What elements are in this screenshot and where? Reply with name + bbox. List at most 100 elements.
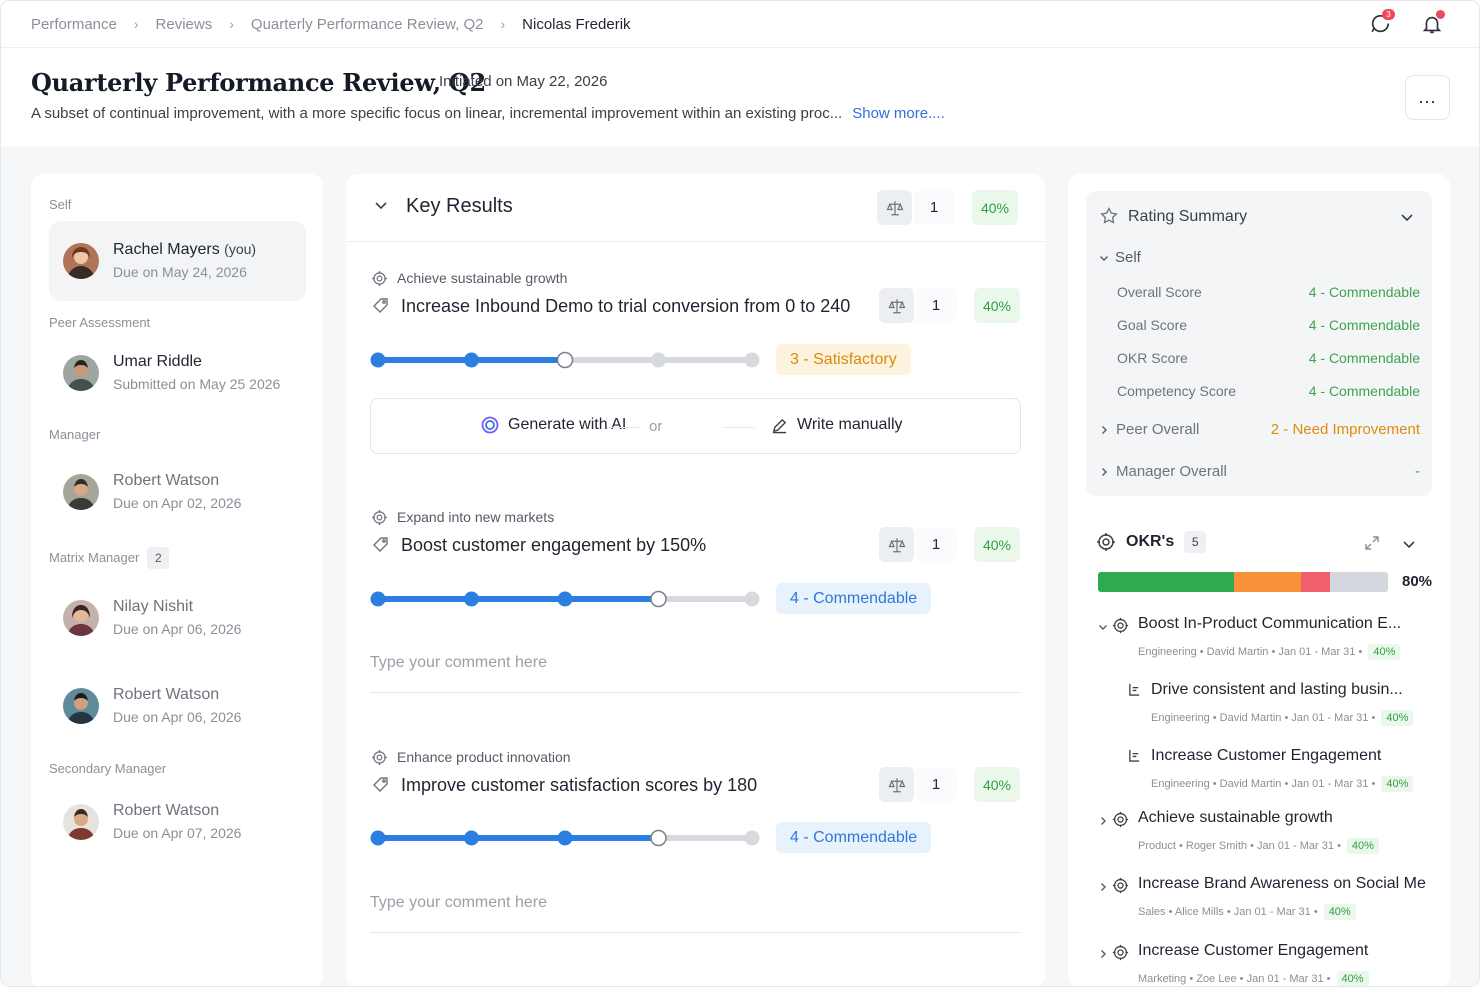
comment-input[interactable]: Type your comment here bbox=[370, 885, 1021, 933]
page-title: Quarterly Performance Review, Q2 bbox=[31, 68, 486, 97]
rating-slider[interactable] bbox=[370, 589, 760, 609]
goal-label: Enhance product innovation bbox=[397, 749, 571, 765]
show-more-link[interactable]: Show more.... bbox=[852, 105, 945, 122]
weight-value: 1 bbox=[915, 527, 957, 562]
chat-icon[interactable]: 3 bbox=[1367, 9, 1395, 37]
okr-sub-item[interactable]: Increase Customer Engagement Engineering… bbox=[1098, 747, 1438, 797]
okr-item-title: Achieve sustainable growth bbox=[1138, 809, 1333, 826]
okr-item[interactable]: Increase Customer Engagement Marketing •… bbox=[1098, 942, 1438, 986]
expand-icon[interactable] bbox=[1364, 535, 1380, 556]
generate-with-ai-button[interactable]: Generate with AI bbox=[481, 416, 626, 434]
okr-item-meta: Engineering • David Martin • Jan 01 - Ma… bbox=[1151, 776, 1414, 792]
weight-scale-icon bbox=[879, 767, 914, 802]
reviewer-matrix[interactable]: Nilay Nishit Due on Apr 06, 2026 bbox=[49, 578, 306, 658]
score-label: OKR Score bbox=[1117, 350, 1188, 366]
peer-overall-value: 2 - Need Improvement bbox=[1270, 421, 1420, 438]
slider-stop bbox=[744, 352, 760, 368]
rating-slider[interactable] bbox=[370, 828, 760, 848]
okr-sub-item[interactable]: Drive consistent and lasting busin... En… bbox=[1098, 681, 1438, 731]
matrix-label-text: Matrix Manager bbox=[49, 550, 140, 565]
target-icon bbox=[1112, 944, 1129, 966]
slider-stop bbox=[744, 830, 760, 846]
reviewer-secondary[interactable]: Robert Watson Due on Apr 07, 2026 bbox=[49, 782, 306, 862]
reviewer-matrix[interactable]: Robert Watson Due on Apr 06, 2026 bbox=[49, 666, 306, 746]
rating-badge: 4 - Commendable bbox=[776, 583, 932, 614]
reviewer-name: Nilay Nishit bbox=[113, 598, 194, 615]
bell-icon[interactable] bbox=[1419, 10, 1445, 37]
target-icon bbox=[1097, 533, 1115, 551]
okr-meta-text: Engineering • David Martin • Jan 01 - Ma… bbox=[1151, 778, 1376, 790]
reviewer-due-date: Due on Apr 06, 2026 bbox=[113, 621, 242, 637]
breadcrumb-current: Nicolas Frederik bbox=[522, 15, 631, 33]
comment-input[interactable]: Type your comment here bbox=[370, 645, 1021, 693]
slider-stop bbox=[744, 591, 760, 607]
breadcrumb-separator-icon: › bbox=[133, 16, 139, 32]
matrix-section-label: Matrix Manager 2 bbox=[49, 547, 170, 569]
breadcrumb-performance[interactable]: Performance bbox=[31, 16, 117, 33]
chevron-down-icon[interactable] bbox=[374, 198, 388, 217]
okr-item-meta: Engineering • David Martin • Jan 01 - Ma… bbox=[1138, 644, 1401, 660]
comment-generator: Generate with AI or Write manually bbox=[370, 398, 1021, 454]
okr-item-meta: Product • Roger Smith • Jan 01 - Mar 31 … bbox=[1138, 838, 1379, 854]
key-result-title: Improve customer satisfaction scores by … bbox=[401, 775, 758, 795]
key-results-panel: Key Results 1 40% Achieve sustainable gr… bbox=[346, 174, 1045, 986]
more-options-button[interactable]: ... bbox=[1405, 75, 1450, 120]
score-value: 4 - Commendable bbox=[1308, 284, 1420, 300]
okr-item[interactable]: Achieve sustainable growth Product • Rog… bbox=[1098, 809, 1438, 859]
progress-percent: 40% bbox=[974, 288, 1020, 323]
chevron-down-icon[interactable] bbox=[1098, 619, 1108, 637]
okr-item-title: Increase Brand Awareness on Social Me bbox=[1138, 875, 1426, 892]
generate-with-ai-label: Generate with AI bbox=[508, 416, 627, 433]
chevron-right-icon[interactable] bbox=[1098, 946, 1108, 964]
self-group-label: Self bbox=[1115, 249, 1141, 266]
chevron-right-icon bbox=[1102, 425, 1107, 434]
target-icon bbox=[372, 271, 387, 291]
key-result-title: Increase Inbound Demo to trial conversio… bbox=[401, 296, 851, 316]
chevron-right-icon[interactable] bbox=[1098, 879, 1108, 897]
chevron-down-icon[interactable] bbox=[1402, 537, 1416, 556]
chevron-down-icon[interactable] bbox=[1400, 210, 1414, 229]
target-icon bbox=[1112, 617, 1129, 639]
goal-label: Expand into new markets bbox=[397, 509, 555, 525]
score-value: 4 - Commendable bbox=[1308, 317, 1420, 333]
okr-item[interactable]: Boost In-Product Communication E... Engi… bbox=[1098, 615, 1438, 665]
write-manually-button[interactable]: Write manually bbox=[771, 416, 903, 434]
reviewers-panel: Self Rachel Mayers (you) Due on May 24, … bbox=[31, 174, 323, 986]
breadcrumb-reviews[interactable]: Reviews bbox=[156, 16, 213, 33]
star-icon bbox=[1099, 206, 1119, 231]
reviewer-submitted-date: Submitted on May 25 2026 bbox=[113, 376, 281, 392]
reviewer-due-date: Due on Apr 07, 2026 bbox=[113, 825, 242, 841]
weight-scale-icon bbox=[879, 288, 914, 323]
reviewer-manager[interactable]: Robert Watson Due on Apr 02, 2026 bbox=[49, 452, 306, 532]
breadcrumb-review[interactable]: Quarterly Performance Review, Q2 bbox=[251, 16, 484, 33]
okr-item-percent: 40% bbox=[1336, 971, 1369, 986]
okr-progress-bar bbox=[1098, 572, 1388, 592]
progress-percent: 40% bbox=[972, 190, 1018, 225]
reviewer-self[interactable]: Rachel Mayers (you) Due on May 24, 2026 bbox=[49, 221, 306, 301]
reviewer-peer[interactable]: Umar Riddle Submitted on May 25 2026 bbox=[49, 333, 306, 413]
key-result-icon bbox=[1128, 683, 1141, 701]
key-results-header: Key Results 1 40% bbox=[346, 174, 1045, 242]
chat-badge: 3 bbox=[1382, 9, 1395, 20]
okr-progress-segment bbox=[1300, 572, 1330, 592]
score-label: Competency Score bbox=[1117, 383, 1237, 399]
okr-item-percent: 40% bbox=[1368, 644, 1401, 660]
avatar bbox=[63, 355, 99, 391]
chevron-right-icon[interactable] bbox=[1098, 813, 1108, 831]
slider-stop bbox=[557, 830, 573, 846]
ai-icon bbox=[481, 416, 499, 434]
page-description: A subset of continual improvement, with … bbox=[31, 105, 945, 122]
rating-summary-title: Rating Summary bbox=[1128, 208, 1248, 225]
self-group-toggle[interactable]: Self bbox=[1099, 249, 1141, 266]
breadcrumb-separator-icon: › bbox=[229, 16, 234, 32]
description-text: A subset of continual improvement, with … bbox=[31, 105, 843, 122]
manager-overall-toggle[interactable]: Manager Overall bbox=[1099, 463, 1227, 480]
progress-percent: 40% bbox=[974, 767, 1020, 802]
okr-item-title: Boost In-Product Communication E... bbox=[1138, 615, 1402, 632]
rating-slider[interactable] bbox=[370, 350, 760, 370]
okr-item[interactable]: Increase Brand Awareness on Social Me Sa… bbox=[1098, 875, 1438, 925]
peer-overall-toggle[interactable]: Peer Overall bbox=[1099, 421, 1199, 438]
score-label: Goal Score bbox=[1117, 317, 1188, 333]
avatar bbox=[63, 688, 99, 724]
peer-section-label: Peer Assessment bbox=[49, 315, 151, 330]
